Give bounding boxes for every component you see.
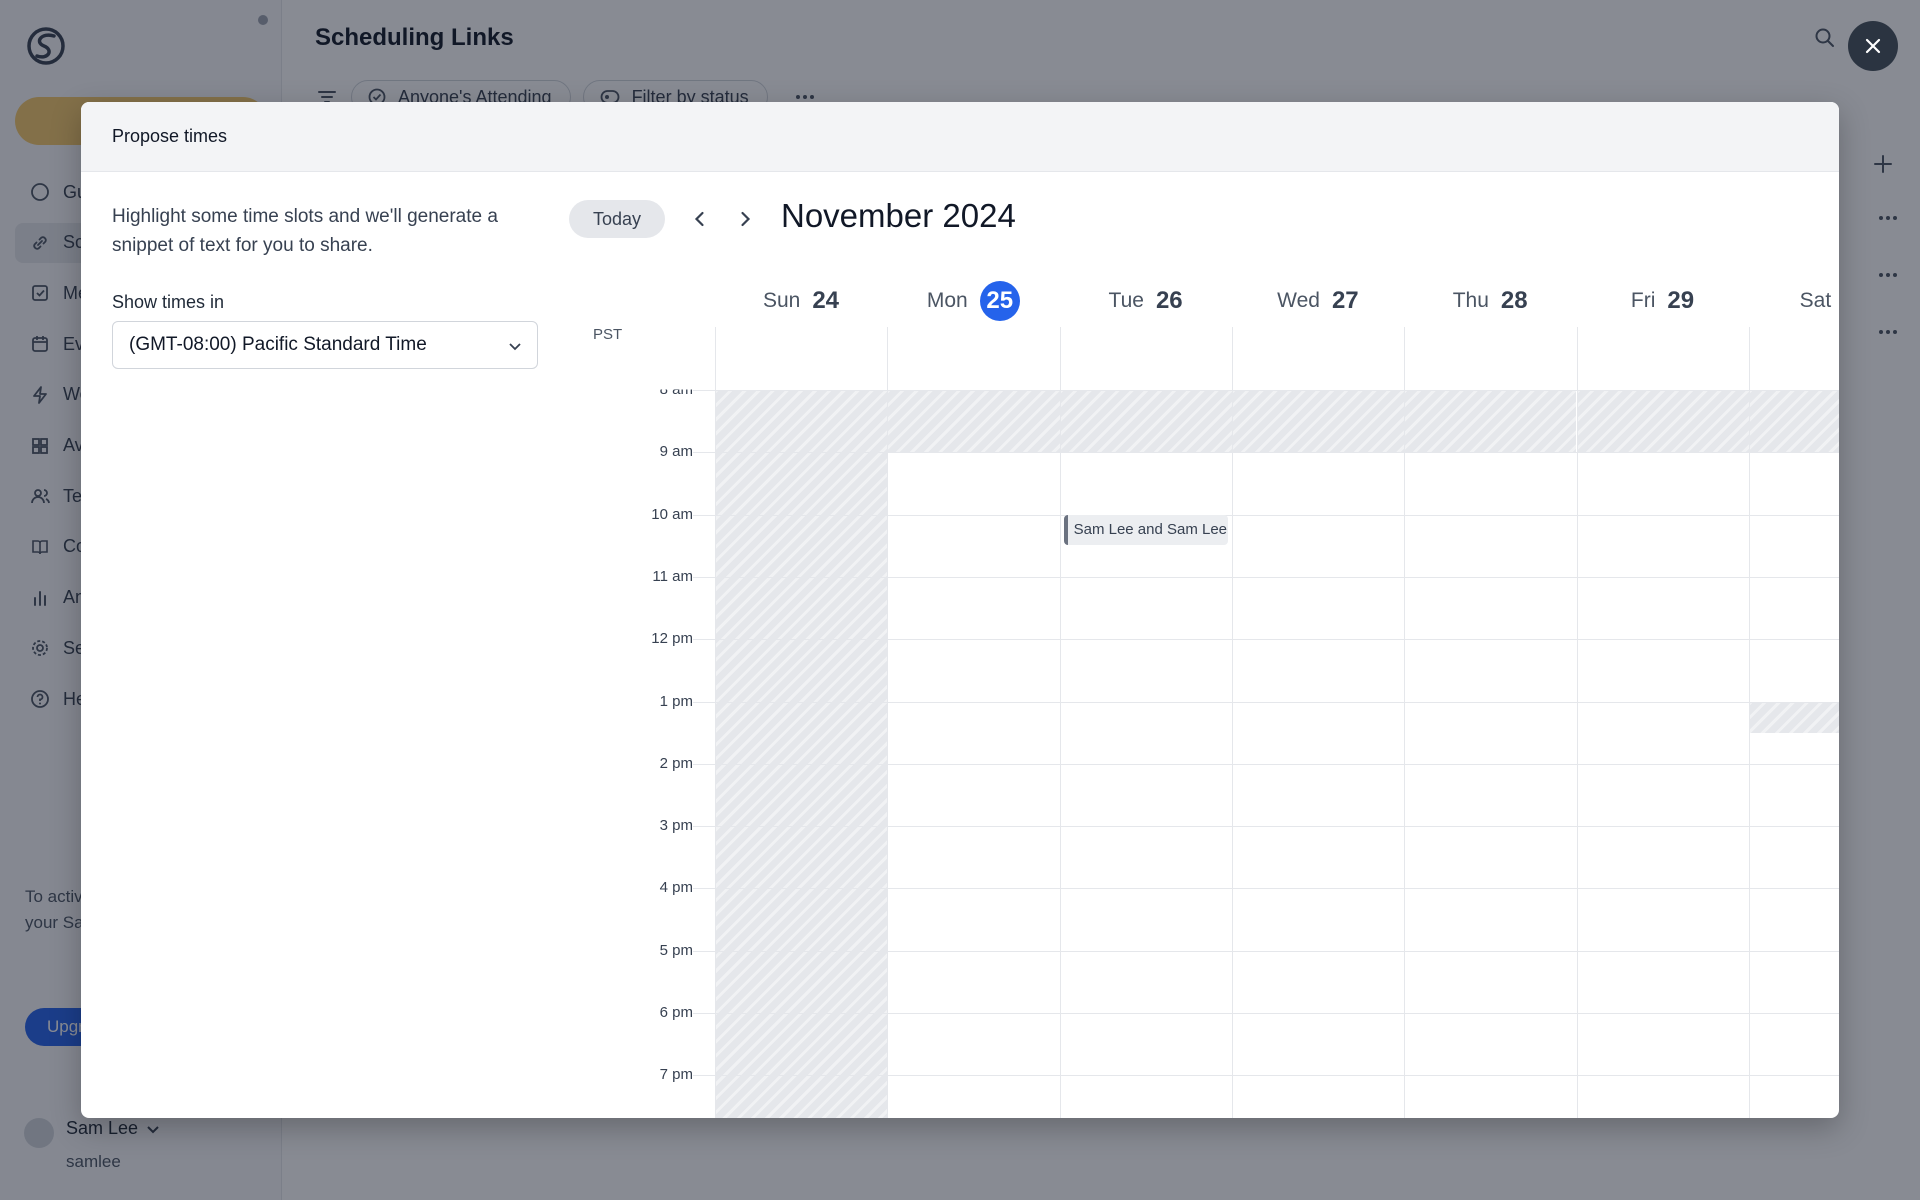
day-of-week: Fri (1630, 289, 1656, 312)
timezone-select[interactable]: (GMT-08:00) Pacific Standard Time (112, 321, 538, 369)
unavailable-block (1231, 390, 1405, 453)
day-column-divider (1576, 327, 1578, 1118)
day-header-mon[interactable]: Mon 25 (887, 277, 1059, 325)
hour-line (693, 452, 1839, 454)
unavailable-block (887, 390, 1060, 453)
hour-line (693, 390, 1839, 391)
day-of-month: 28 (1500, 287, 1528, 314)
day-of-week: Sat (1799, 289, 1832, 312)
day-of-week: Tue (1108, 289, 1144, 312)
day-of-week: Sun (762, 289, 801, 312)
hour-line (693, 701, 1839, 703)
day-header-sat[interactable]: Sat30 (1749, 277, 1839, 325)
timezone-label: Show times in (112, 292, 225, 312)
hour-line (693, 763, 1839, 765)
hour-line (693, 1013, 1839, 1014)
calendar-grid[interactable]: 8 am 9 am 10 am 11 am 12 pm 1 pm 2 pm 3 pm 4 pm 5… (633, 325, 1839, 1118)
hour-line (693, 950, 1839, 952)
hour-label: 5 pm (659, 941, 693, 959)
day-of-month: 29 (1667, 287, 1695, 314)
hour-line (693, 514, 1839, 516)
day-header-thu[interactable]: Thu 28 (1404, 277, 1576, 325)
modal-header: Propose times (81, 102, 1839, 172)
hour-label: 1 pm (659, 692, 693, 710)
hour-label: 4 pm (659, 879, 693, 897)
today-button[interactable]: Today (569, 200, 665, 238)
hour-label: 2 pm (659, 754, 693, 772)
propose-times-modal: Propose times Highlight some time slots … (81, 102, 1839, 1118)
unavailable-block (1059, 390, 1232, 453)
prev-week-button[interactable] (687, 206, 713, 232)
day-of-week: Thu (1452, 289, 1489, 312)
next-week-button[interactable] (732, 206, 758, 232)
month-title: November 2024 (781, 197, 1016, 234)
unavailable-block (1576, 390, 1749, 453)
hour-label: 8 am (659, 381, 693, 399)
hour-line (693, 576, 1839, 578)
day-column-divider (1059, 327, 1061, 1118)
day-headers: Sun 24 Mon 25 Tue 26 Wed 27 Thu 28 Fri 29 Sat30 (633, 277, 1839, 325)
hour-label: 3 pm (659, 817, 693, 835)
day-header-tue[interactable]: Tue 26 (1060, 277, 1232, 325)
modal-description: Highlight some time slots and we'll gene… (112, 206, 498, 256)
day-column-divider (1231, 327, 1233, 1118)
day-column-divider (1404, 327, 1406, 1118)
modal-title: Propose times (112, 126, 228, 146)
hour-line (693, 826, 1839, 828)
calendar-event[interactable]: Sam Lee and Sam Lee (1063, 514, 1228, 545)
timezone-abbreviation: PST (593, 326, 623, 343)
day-of-week: Mon (926, 289, 968, 312)
hour-line (693, 1075, 1839, 1077)
chevron-down-icon (509, 343, 521, 351)
unavailable-block (1404, 390, 1577, 453)
day-of-month: 26 (1155, 287, 1183, 314)
hour-label: 6 pm (659, 1004, 693, 1021)
day-column-divider (1748, 327, 1750, 1118)
today-date-badge: 25 (979, 281, 1020, 321)
day-of-month: 24 (812, 287, 840, 314)
day-header-wed[interactable]: Wed 27 (1232, 277, 1404, 325)
hour-label: 7 pm (659, 1066, 693, 1084)
unavailable-block (715, 390, 888, 1118)
close-button[interactable] (1848, 21, 1898, 71)
close-icon (1865, 38, 1881, 54)
chevron-right-icon (741, 211, 751, 227)
unavailable-block (1748, 701, 1839, 733)
day-of-week: Wed (1277, 289, 1320, 312)
event-title: Sam Lee and Sam Lee (1073, 521, 1228, 539)
day-of-month: 27 (1331, 287, 1359, 314)
hour-label: 10 am (651, 505, 693, 523)
hour-label: 9 am (659, 443, 693, 461)
hour-label: 11 am (652, 567, 693, 585)
hour-line (693, 639, 1839, 641)
day-header-sun[interactable]: Sun 24 (715, 277, 887, 325)
day-column-divider (715, 327, 716, 1118)
hour-line (693, 888, 1839, 890)
day-header-fri[interactable]: Fri 29 (1577, 277, 1749, 325)
unavailable-block (1748, 390, 1839, 453)
chevron-left-icon (694, 211, 704, 227)
hour-label: 12 pm (651, 630, 693, 648)
day-column-divider (887, 327, 889, 1118)
timezone-value: (GMT-08:00) Pacific Standard Time (129, 334, 427, 355)
